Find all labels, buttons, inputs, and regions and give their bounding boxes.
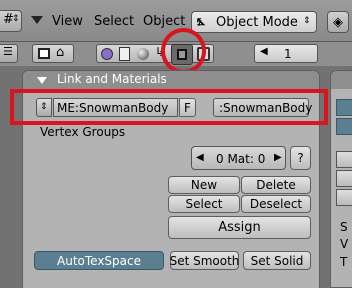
set-smooth-label: Set Smooth <box>169 253 240 268</box>
editor-type-selector[interactable]: # ⇕ <box>0 10 22 32</box>
logic-context-icon[interactable] <box>101 48 113 60</box>
material-slot-field[interactable]: ◀ 0 Mat: 0 ▶ <box>191 146 286 170</box>
set-solid-button[interactable]: Set Solid <box>243 251 311 270</box>
deselect-button[interactable]: Deselect <box>241 195 311 213</box>
set-smooth-button[interactable]: Set Smooth <box>170 251 239 270</box>
select-label: Select <box>185 197 223 211</box>
updown-arrow-icon: ⇕ <box>303 16 311 26</box>
autotexspace-label: AutoTexSpace <box>57 253 141 268</box>
set-solid-label: Set Solid <box>250 253 304 268</box>
view-buttons-group: ⌂ <box>32 44 74 63</box>
home-icon[interactable]: ⌂ <box>56 45 64 60</box>
adjacent-panel-header <box>331 71 352 89</box>
shading-icon: ◈ <box>333 14 343 30</box>
adjacent-button[interactable] <box>336 170 352 187</box>
adjacent-panel: S V T <box>330 70 352 288</box>
script-context-icon[interactable] <box>119 47 130 61</box>
window-icon[interactable] <box>38 48 50 59</box>
material-help-button[interactable]: ? <box>290 146 311 170</box>
adjacent-label-v: V <box>340 237 349 251</box>
delete-label: Delete <box>256 178 296 192</box>
object-mode-icon: ⦩ <box>197 13 205 29</box>
updown-arrow-icon: ⇕ <box>12 14 20 24</box>
assign-button[interactable]: Assign <box>168 216 311 239</box>
deselect-label: Deselect <box>249 197 303 211</box>
panel-title: Link and Materials <box>57 72 167 86</box>
assign-label: Assign <box>218 220 261 235</box>
layer-number-field[interactable]: ◀ 1 <box>254 44 318 63</box>
adjacent-button[interactable] <box>336 151 352 168</box>
adjacent-button[interactable] <box>336 189 352 206</box>
adjacent-label-t: T <box>340 255 348 269</box>
menu-select[interactable]: Select <box>94 14 134 29</box>
highlight-circle <box>161 28 206 74</box>
menu-collapse-arrow[interactable] <box>31 16 43 24</box>
adjacent-button[interactable] <box>336 118 352 135</box>
layer-value: 1 <box>284 47 292 61</box>
panel-type-selector[interactable]: ☰ <box>0 44 18 63</box>
menu-object[interactable]: Object <box>143 14 185 29</box>
panel-header[interactable]: Link and Materials <box>23 71 319 89</box>
adjacent-label-s: S <box>340 220 348 234</box>
list-icon: ☰ <box>3 45 13 58</box>
highlight-rectangle <box>10 89 328 125</box>
adjacent-button[interactable] <box>336 99 352 116</box>
new-label: New <box>190 178 218 192</box>
viewport-shading-selector[interactable]: ◈ <box>327 11 349 33</box>
mode-label: Object Mode <box>216 15 298 30</box>
increment-arrow-icon: ▶ <box>274 152 282 163</box>
vertex-groups-label: Vertex Groups <box>40 125 126 139</box>
panel-collapse-arrow[interactable] <box>37 77 47 84</box>
select-button[interactable]: Select <box>168 195 240 213</box>
mode-selector[interactable]: ⦩ Object Mode ⇕ <box>191 11 317 33</box>
new-button[interactable]: New <box>168 176 240 194</box>
autotexspace-button[interactable]: AutoTexSpace <box>34 251 164 270</box>
help-label: ? <box>297 151 304 165</box>
material-slot-value: 0 Mat: 0 <box>216 152 266 166</box>
shading-context-icon[interactable] <box>137 48 149 60</box>
decrement-arrow-icon: ◀ <box>260 46 268 57</box>
delete-button[interactable]: Delete <box>241 176 311 194</box>
menu-view[interactable]: View <box>52 14 83 29</box>
decrement-arrow-icon: ◀ <box>196 152 204 163</box>
